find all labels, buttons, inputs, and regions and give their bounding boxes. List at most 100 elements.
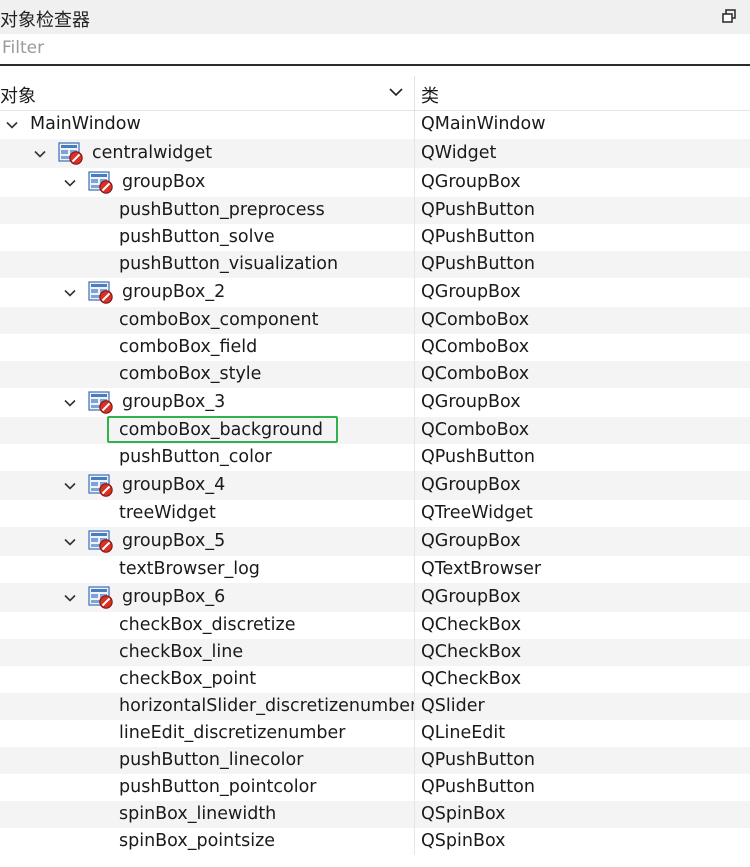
object-name: groupBox_5 [122, 531, 226, 551]
class-name: QPushButton [421, 200, 535, 220]
class-name: QLineEdit [421, 723, 506, 743]
tree-row[interactable]: pushButton_pointcolor QPushButton [0, 774, 750, 801]
object-name: lineEdit_discretizenumber [119, 723, 346, 743]
object-cell: groupBox_6 [0, 583, 415, 612]
chevron-down-icon[interactable] [34, 139, 50, 168]
object-name: pushButton_linecolor [119, 750, 304, 770]
header-object-column[interactable]: 对象 [0, 76, 415, 110]
chevron-down-icon[interactable] [6, 110, 22, 139]
object-cell: treeWidget [0, 500, 415, 527]
object-name: checkBox_line [119, 642, 244, 662]
object-name: pushButton_pointcolor [119, 777, 317, 797]
class-name: QTreeWidget [421, 503, 533, 523]
class-name: QSpinBox [421, 831, 506, 851]
object-cell: pushButton_pointcolor [0, 774, 415, 801]
tree-row[interactable]: comboBox_style QComboBox [0, 361, 750, 388]
object-cell: horizontalSlider_discretizenumber [0, 693, 415, 720]
tree-row[interactable]: treeWidget QTreeWidget [0, 500, 750, 527]
object-name: checkBox_discretize [119, 615, 296, 635]
object-name: comboBox_component [119, 310, 319, 330]
tree-row[interactable]: checkBox_line QCheckBox [0, 639, 750, 666]
object-cell: spinBox_pointsize [0, 828, 415, 855]
object-name: groupBox_3 [122, 392, 226, 412]
class-name: QPushButton [421, 777, 535, 797]
tree-row[interactable]: comboBox_background QComboBox [0, 416, 750, 444]
chevron-down-icon[interactable] [64, 527, 80, 556]
tree-row[interactable]: pushButton_linecolor QPushButton [0, 747, 750, 774]
tree-row[interactable]: pushButton_color QPushButton [0, 444, 750, 471]
object-name: treeWidget [119, 503, 216, 523]
float-dock-icon[interactable] [722, 9, 736, 23]
chevron-down-icon[interactable] [64, 278, 80, 307]
tree-row[interactable]: groupBox_3 QGroupBox [0, 388, 750, 417]
header-object-label: 对象 [0, 86, 36, 107]
class-name: QComboBox [421, 337, 530, 357]
object-name: checkBox_point [119, 669, 257, 689]
object-cell: comboBox_style [0, 361, 415, 388]
class-name: QCheckBox [421, 642, 522, 662]
panel-title: 对象检查器 [0, 10, 90, 31]
filter-bar [0, 34, 750, 66]
object-cell: checkBox_line [0, 639, 415, 666]
object-name: textBrowser_log [119, 559, 260, 579]
object-cell: groupBox [0, 168, 415, 197]
tree-row[interactable]: spinBox_pointsize QSpinBox [0, 828, 750, 855]
tree-row[interactable]: groupBox_6 QGroupBox [0, 583, 750, 612]
tree-row[interactable]: pushButton_visualization QPushButton [0, 251, 750, 278]
object-name: pushButton_visualization [119, 254, 339, 274]
chevron-down-icon[interactable] [64, 388, 80, 417]
class-name: QPushButton [421, 227, 535, 247]
class-name: QGroupBox [421, 392, 521, 412]
object-cell: MainWindow [0, 110, 415, 139]
object-cell: textBrowser_log [0, 556, 415, 583]
tree-row[interactable]: groupBox_5 QGroupBox [0, 527, 750, 556]
tree-row[interactable]: pushButton_preprocess QPushButton [0, 197, 750, 224]
chevron-down-icon[interactable] [388, 84, 404, 100]
object-name: pushButton_preprocess [119, 200, 325, 220]
tree-row[interactable]: centralwidget QWidget [0, 139, 750, 168]
header-class-label: 类 [421, 86, 439, 107]
class-name: QGroupBox [421, 172, 521, 192]
filter-input[interactable] [0, 34, 742, 62]
object-cell: groupBox_4 [0, 471, 415, 500]
tree-row[interactable]: groupBox_4 QGroupBox [0, 471, 750, 500]
tree-row[interactable]: MainWindow QMainWindow [0, 110, 750, 139]
tree-row[interactable]: lineEdit_discretizenumber QLineEdit [0, 720, 750, 747]
tree-row[interactable]: checkBox_point QCheckBox [0, 666, 750, 693]
class-name: QMainWindow [421, 114, 546, 134]
tree-row[interactable]: spinBox_linewidth QSpinBox [0, 801, 750, 828]
chevron-down-icon[interactable] [64, 168, 80, 197]
object-cell: spinBox_linewidth [0, 801, 415, 828]
tree-row[interactable]: groupBox QGroupBox [0, 168, 750, 197]
object-cell: groupBox_5 [0, 527, 415, 556]
object-cell: lineEdit_discretizenumber [0, 720, 415, 747]
object-name: groupBox_6 [122, 587, 226, 607]
class-name: QSpinBox [421, 804, 506, 824]
class-name: QComboBox [421, 364, 530, 384]
object-cell: comboBox_component [0, 307, 415, 334]
widget-layout-broken-icon [88, 585, 114, 610]
class-name: QPushButton [421, 447, 535, 467]
tree-row[interactable]: groupBox_2 QGroupBox [0, 278, 750, 307]
object-cell: groupBox_3 [0, 388, 415, 417]
widget-layout-broken-icon [88, 280, 114, 305]
tree-row[interactable]: pushButton_solve QPushButton [0, 224, 750, 251]
object-cell: groupBox_2 [0, 278, 415, 307]
tree-row[interactable]: comboBox_component QComboBox [0, 307, 750, 334]
tree-row[interactable]: textBrowser_log QTextBrowser [0, 556, 750, 583]
object-name: horizontalSlider_discretizenumber [119, 696, 415, 716]
object-cell: comboBox_background [0, 417, 415, 444]
chevron-down-icon[interactable] [64, 583, 80, 612]
object-name: centralwidget [92, 143, 213, 163]
object-name: MainWindow [30, 114, 141, 134]
object-cell: pushButton_linecolor [0, 747, 415, 774]
tree-row[interactable]: horizontalSlider_discretizenumber QSlider [0, 693, 750, 720]
tree-row[interactable]: checkBox_discretize QCheckBox [0, 612, 750, 639]
class-name: QPushButton [421, 750, 535, 770]
object-inspector-titlebar: 对象检查器 [0, 0, 750, 35]
object-name: comboBox_field [119, 337, 258, 357]
object-name: spinBox_pointsize [119, 831, 276, 851]
tree-row[interactable]: comboBox_field QComboBox [0, 334, 750, 361]
object-name: groupBox [122, 172, 206, 192]
chevron-down-icon[interactable] [64, 471, 80, 500]
